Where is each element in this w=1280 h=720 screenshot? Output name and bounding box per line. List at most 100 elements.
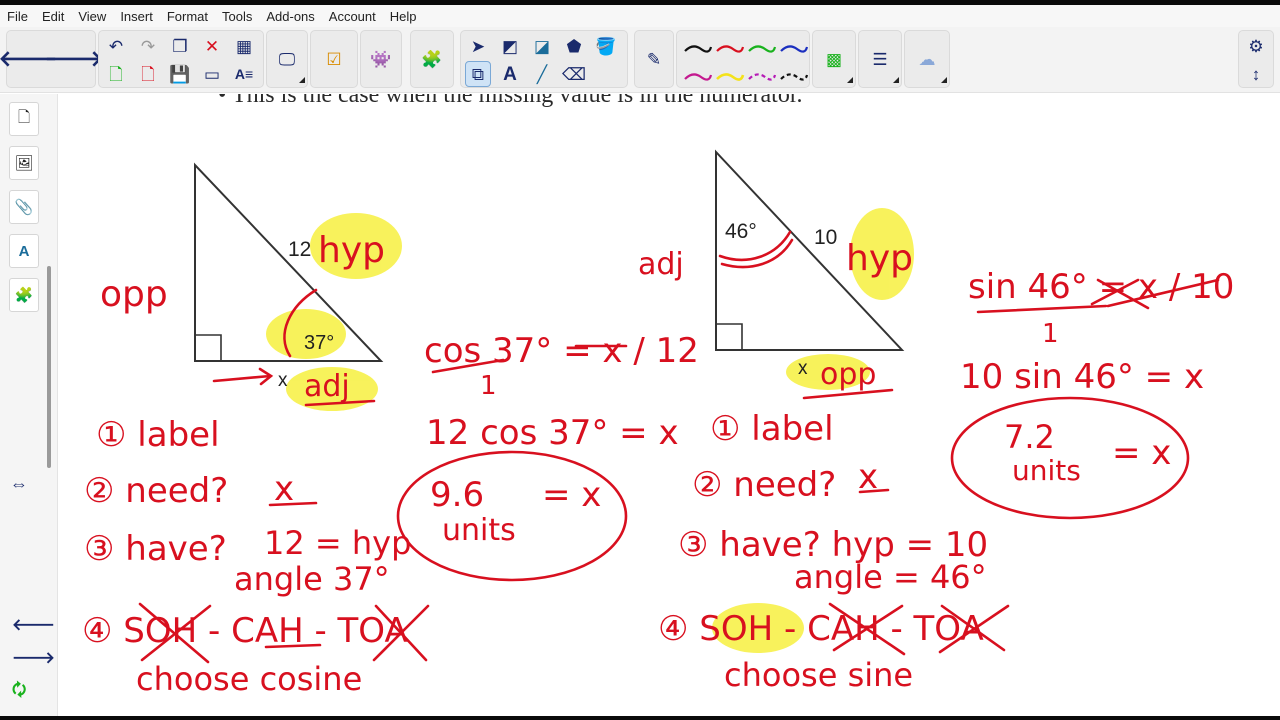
forward-arrow-icon[interactable]: 🡒 bbox=[45, 46, 104, 72]
table-icon[interactable]: ▦ bbox=[231, 33, 257, 59]
pen-swatch-red bbox=[716, 45, 745, 53]
dropdown-indicator bbox=[847, 77, 853, 83]
left-unknown-x: x bbox=[278, 370, 288, 391]
color-palette-icon[interactable]: ▩ bbox=[821, 46, 847, 72]
gear-icon[interactable]: ⚙ bbox=[1243, 33, 1269, 59]
pen-swatch-black bbox=[684, 45, 713, 53]
left-step-3-value: 12 = hyp bbox=[264, 524, 411, 562]
presentation-icon[interactable]: 🖵 bbox=[274, 46, 300, 72]
pen-group: ✎ bbox=[634, 30, 674, 88]
checklist-group: ☑ bbox=[310, 30, 358, 88]
menu-insert[interactable]: Insert bbox=[113, 9, 160, 24]
save-icon[interactable]: 💾 bbox=[167, 61, 193, 87]
right-step-2: ② need? bbox=[692, 465, 836, 505]
menu-file[interactable]: File bbox=[0, 9, 35, 24]
right-step-1: ① label bbox=[710, 409, 834, 449]
right-work-solved: 10 sin 46° = x bbox=[960, 357, 1204, 397]
right-answer-units: units bbox=[1012, 454, 1081, 487]
line-weight-icon[interactable]: ☰ bbox=[867, 46, 893, 72]
image-icon[interactable]: 🖼 bbox=[9, 146, 39, 180]
text-format-icon[interactable]: A≡ bbox=[231, 61, 257, 87]
text-tool-icon[interactable]: A bbox=[497, 61, 523, 87]
puzzle-group: 🧩 bbox=[410, 30, 454, 88]
dropdown-indicator bbox=[299, 77, 305, 83]
right-work-denominator-one: 1 bbox=[1042, 319, 1059, 349]
pen-icon[interactable]: ✎ bbox=[641, 46, 667, 72]
left-step-3-angle: angle 37° bbox=[234, 560, 390, 598]
up-down-arrow-icon[interactable]: ↕ bbox=[1243, 61, 1269, 87]
page-refresh-icon[interactable]: 🗘 bbox=[12, 679, 26, 706]
left-arrow-to-x bbox=[212, 367, 274, 386]
new-slide-icon[interactable]: 🗋 bbox=[103, 61, 129, 87]
left-sidebar: 🗋 🖼 📎 A 🧩 ⇔ 🡐 🡒 🗘 bbox=[0, 94, 58, 720]
menu-edit[interactable]: Edit bbox=[35, 9, 71, 24]
page-icon[interactable]: 🗋 bbox=[9, 102, 39, 136]
left-answer-eq: = x bbox=[542, 475, 601, 515]
sticky-note-icon[interactable]: ◩ bbox=[497, 33, 523, 59]
right-step-2-value: x bbox=[858, 457, 878, 497]
line-tool-icon[interactable]: ╱ bbox=[529, 61, 555, 87]
left-arrow-icon[interactable]: 🡐 bbox=[12, 614, 55, 635]
pen-swatch-purple-dashed bbox=[748, 73, 777, 81]
right-unknown-x: x bbox=[798, 358, 808, 379]
left-label-adj: adj bbox=[304, 369, 350, 404]
right-side-hyp-value: 10 bbox=[814, 226, 837, 249]
left-step-3: ③ have? bbox=[84, 529, 227, 569]
delete-page-icon[interactable]: 🗋 bbox=[135, 61, 161, 87]
new-page-icon[interactable]: ❐ bbox=[167, 33, 193, 59]
redo-icon[interactable]: ↷ bbox=[135, 33, 161, 59]
menu-addons[interactable]: Add-ons bbox=[259, 9, 321, 24]
left-label-opp: opp bbox=[100, 274, 168, 315]
pen-colors-group bbox=[676, 30, 810, 88]
left-right-arrow-icon[interactable]: ⇔ bbox=[10, 474, 28, 495]
dropdown-indicator bbox=[941, 77, 947, 83]
left-angle-value: 37° bbox=[304, 332, 334, 354]
puzzle-icon[interactable]: 🧩 bbox=[419, 46, 445, 72]
select-arrow-icon[interactable]: ➤ bbox=[465, 33, 491, 59]
menu-tools[interactable]: Tools bbox=[215, 9, 259, 24]
shapes-icon[interactable]: ◪ bbox=[529, 33, 555, 59]
presentation-group: 🖵 bbox=[266, 30, 308, 88]
puzzle-icon[interactable]: 🧩 bbox=[9, 278, 39, 312]
line-weight-group: ☰ bbox=[858, 30, 902, 88]
close-red-x-icon[interactable]: ✕ bbox=[199, 33, 225, 59]
menu-format[interactable]: Format bbox=[160, 9, 215, 24]
right-arrow-icon[interactable]: 🡒 bbox=[12, 647, 55, 668]
multi-select-icon[interactable]: ⧉ bbox=[465, 61, 491, 87]
sidebar-scrollbar[interactable] bbox=[47, 266, 51, 468]
toolbar: 🡐 🡒 ↶ ↷ ❐ ✕ ▦ 🗋 🗋 💾 ▭ A≡ 🖵 ☑ 👾 🧩 ➤ ◩ ◪ ⬟… bbox=[0, 27, 1280, 93]
right-answer-value: 7.2 bbox=[1004, 418, 1055, 456]
polygon-icon[interactable]: ⬟ bbox=[561, 33, 587, 59]
menu-view[interactable]: View bbox=[71, 9, 113, 24]
undo-icon[interactable]: ↶ bbox=[103, 33, 129, 59]
left-step-4: ④ SOH - CAH - TOA bbox=[82, 611, 408, 651]
right-label-opp: opp bbox=[820, 357, 876, 392]
right-angle-value: 46° bbox=[725, 220, 757, 243]
pen-swatch-black-dashed bbox=[780, 73, 809, 81]
pen-swatch-yellow bbox=[716, 73, 745, 81]
cloud-user-icon[interactable]: ☁ bbox=[914, 46, 940, 72]
checklist-icon[interactable]: ☑ bbox=[321, 46, 347, 72]
pen-swatch-magenta bbox=[684, 73, 713, 81]
left-label-hyp: hyp bbox=[318, 230, 385, 271]
left-side-hyp-value: 12 bbox=[288, 238, 311, 261]
back-arrow-icon[interactable]: 🡐 bbox=[0, 46, 58, 72]
paperclip-icon[interactable]: 📎 bbox=[9, 190, 39, 224]
right-step-4-choose: choose sine bbox=[724, 656, 913, 694]
menu-help[interactable]: Help bbox=[383, 9, 424, 24]
edit-group: ↶ ↷ ❐ ✕ ▦ 🗋 🗋 💾 ▭ A≡ bbox=[98, 30, 264, 88]
fill-bucket-icon[interactable]: 🪣 bbox=[593, 33, 619, 59]
addon-group: 👾 bbox=[360, 30, 402, 88]
screen-icon[interactable]: ▭ bbox=[199, 61, 225, 87]
left-step-2: ② need? bbox=[84, 471, 228, 511]
draw-tools-group: ➤ ◩ ◪ ⬟ 🪣 ⧉ A ╱ ⌫ bbox=[460, 30, 628, 88]
settings-group: ⚙ ↕ bbox=[1238, 30, 1274, 88]
right-step-3-angle: angle = 46° bbox=[794, 558, 987, 596]
robot-icon[interactable]: 👾 bbox=[368, 46, 394, 72]
text-style-icon[interactable]: A bbox=[9, 234, 39, 268]
eraser-icon[interactable]: ⌫ bbox=[561, 61, 587, 87]
pen-color-swatches[interactable] bbox=[677, 31, 811, 89]
annotation-layer: 12 37° x 46° 10 x hyp opp adj cos 37° = … bbox=[82, 149, 1234, 698]
menu-account[interactable]: Account bbox=[322, 9, 383, 24]
whiteboard-canvas[interactable]: • This is the case when the missing valu… bbox=[58, 94, 1280, 716]
